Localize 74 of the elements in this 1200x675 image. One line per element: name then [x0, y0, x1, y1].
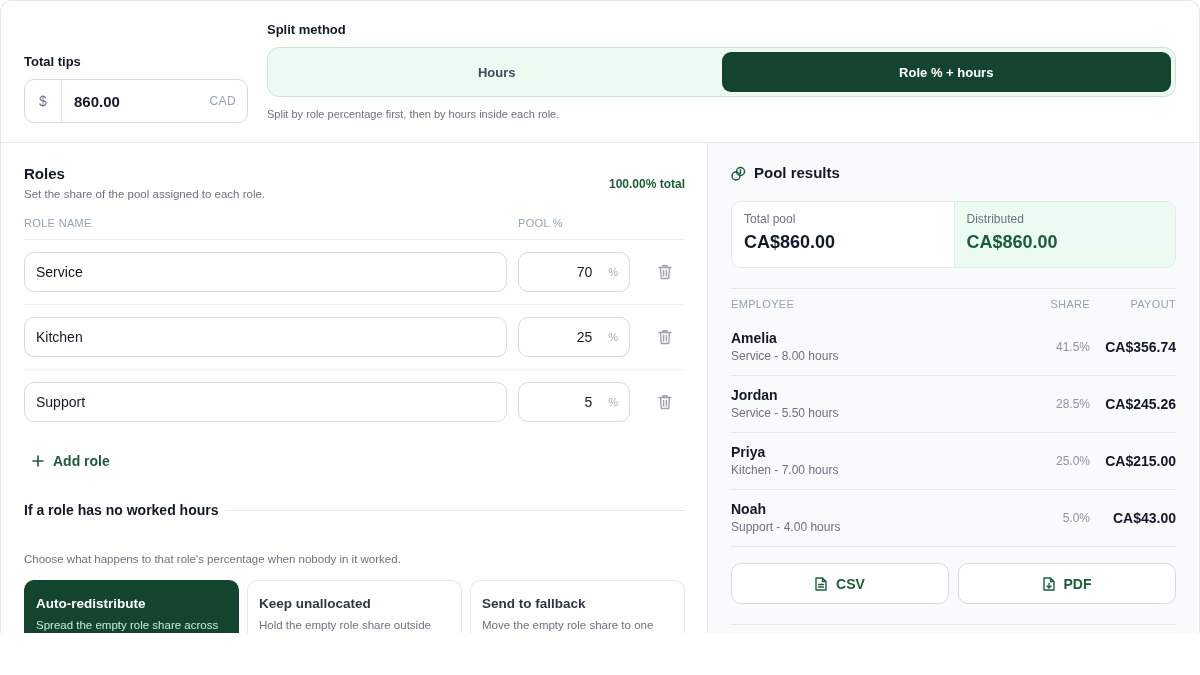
- trash-icon: [658, 264, 672, 280]
- field-label: Split method: [267, 22, 347, 38]
- payout-cell-text: CA$215.00: [1104, 453, 1176, 469]
- option-title: Auto-redistribute: [36, 595, 147, 613]
- share-cell-text: 28.5%: [1054, 397, 1090, 411]
- split-option-tab[interactable]: Role % + hours: [721, 52, 1171, 92]
- option-description: Move the empty role share to one: [482, 618, 655, 633]
- column-header: POOL %: [518, 216, 564, 230]
- employee-detail: Service - 5.50 hours: [731, 406, 840, 421]
- percent-unit: %: [608, 396, 618, 408]
- column-header: EMPLOYEE: [731, 297, 796, 311]
- subsection-title: If a role has no worked hours: [24, 502, 219, 518]
- percent-input-group[interactable]: 25 %: [518, 317, 630, 357]
- amount-input-group[interactable]: $ 860.00 CAD: [24, 79, 248, 123]
- summary-value: CA$860.00: [744, 231, 837, 253]
- delete-button[interactable]: [656, 392, 674, 412]
- file-text-icon: [815, 576, 828, 591]
- file-download-icon: [1042, 576, 1055, 591]
- split-option-tab[interactable]: Hours: [272, 52, 722, 92]
- add-role-button[interactable]: Add role: [24, 446, 118, 476]
- fallback-option-card[interactable]: Auto-redistribute Spread the empty role share across: [24, 580, 239, 633]
- plus-icon: [32, 455, 44, 467]
- helper-text: Split by role percentage first, then by hours inside each role.: [267, 107, 561, 121]
- summary-label: Distributed: [966, 212, 1025, 227]
- export-button[interactable]: PDF: [958, 563, 1176, 604]
- fallback-option-card[interactable]: Send to fallback Move the empty role share to one: [470, 580, 685, 633]
- employee-detail: Kitchen - 7.00 hours: [731, 463, 840, 478]
- role-name-field[interactable]: Kitchen: [24, 317, 507, 357]
- employee-name: Priya: [731, 444, 767, 461]
- payout-cell-text: CA$43.00: [1111, 510, 1176, 526]
- percent-field[interactable]: 25: [519, 318, 609, 356]
- employee-name: Amelia: [731, 330, 778, 347]
- percent-unit: %: [608, 266, 618, 278]
- employee-detail: Support - 4.00 hours: [731, 520, 842, 535]
- coins-icon: [731, 165, 746, 181]
- percent-total: 100.00% total: [608, 176, 685, 191]
- option-description: Hold the empty role share outside: [259, 618, 432, 633]
- column-header: PAYOUT: [1129, 297, 1176, 311]
- summary-label: Total pool: [744, 212, 797, 227]
- panel-title: Pool results: [754, 165, 840, 181]
- delete-button[interactable]: [656, 327, 674, 347]
- percent-field[interactable]: 5: [519, 383, 609, 421]
- amount-field[interactable]: 860.00: [62, 80, 210, 122]
- payout-cell-text: CA$245.26: [1104, 396, 1176, 412]
- percent-input-group[interactable]: 5 %: [518, 382, 630, 422]
- share-cell-text: 25.0%: [1054, 454, 1090, 468]
- field-label: Total tips: [24, 54, 82, 70]
- helper-text: Choose what happens to that role's percentage when nobody in it worked.: [24, 552, 402, 566]
- currency-suffix: CAD: [209, 94, 236, 108]
- share-cell-text: 5.0%: [1061, 511, 1090, 525]
- summary-value: CA$860.00: [966, 231, 1059, 253]
- employee-name: Jordan: [731, 387, 779, 404]
- export-button[interactable]: CSV: [731, 563, 949, 604]
- column-header: SHARE: [1049, 297, 1090, 311]
- trash-icon: [658, 329, 672, 345]
- option-title: Send to fallback: [482, 595, 587, 613]
- role-name-field[interactable]: Support: [24, 382, 507, 422]
- employee-detail: Service - 8.00 hours: [731, 349, 840, 364]
- delete-button[interactable]: [656, 262, 674, 282]
- payout-cell-text: CA$356.74: [1104, 339, 1176, 355]
- percent-field[interactable]: 70: [519, 253, 609, 291]
- role-name-field[interactable]: Service: [24, 252, 507, 292]
- option-description: Spread the empty role share across: [36, 618, 220, 633]
- percent-input-group[interactable]: 70 %: [518, 252, 630, 292]
- section-subtitle: Set the share of the pool assigned to each role.: [24, 187, 266, 202]
- column-header: ROLE NAME: [24, 216, 93, 230]
- section-title: Roles: [24, 165, 66, 183]
- trash-icon: [658, 394, 672, 410]
- share-cell-text: 41.5%: [1054, 340, 1090, 354]
- employee-name: Noah: [731, 501, 767, 518]
- fallback-option-card[interactable]: Keep unallocated Hold the empty role share outside: [247, 580, 462, 633]
- currency-prefix: $: [25, 80, 62, 122]
- percent-unit: %: [608, 331, 618, 343]
- option-title: Keep unallocated: [259, 595, 372, 613]
